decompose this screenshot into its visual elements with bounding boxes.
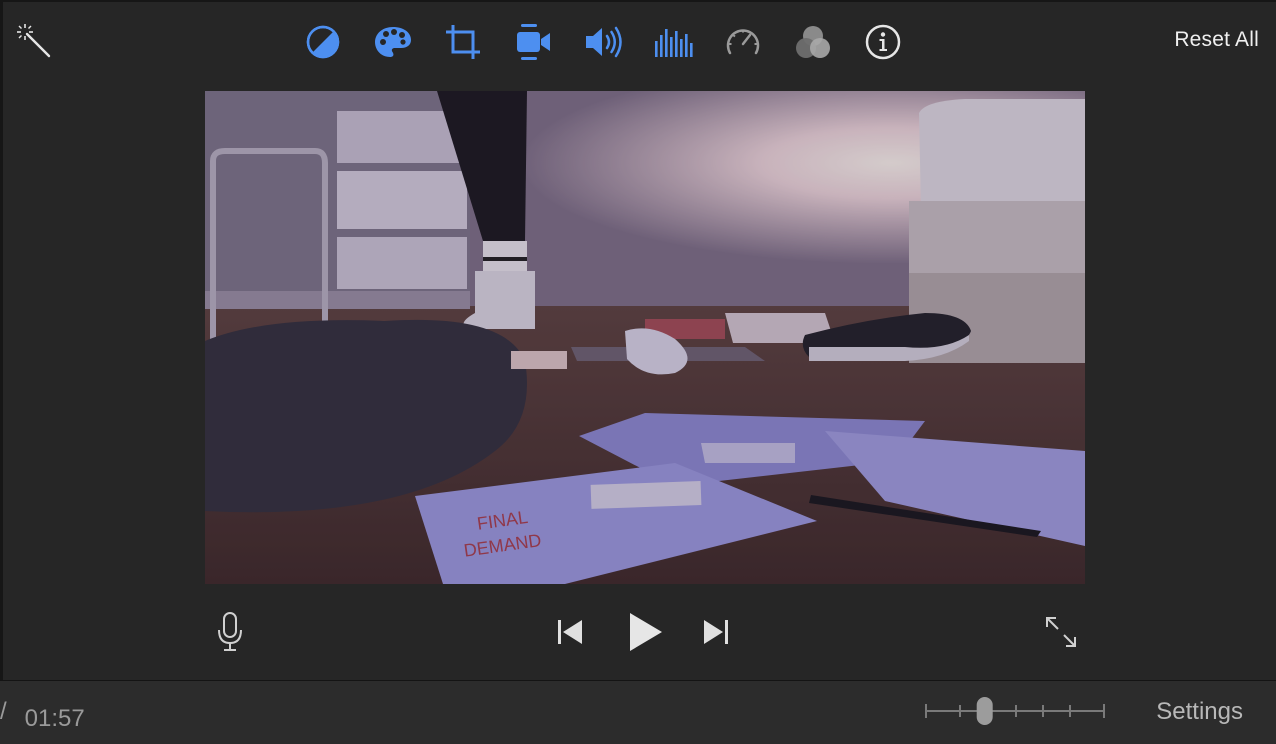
play-icon: [630, 613, 662, 651]
settings-button[interactable]: Settings: [1156, 698, 1243, 726]
equalizer-button[interactable]: [653, 22, 693, 62]
timecode: 01:57: [24, 705, 85, 732]
clip-info-button[interactable]: [863, 22, 903, 62]
timeline-footer: / 01:57 Settings: [0, 680, 1276, 744]
color-palette-icon: [375, 27, 411, 57]
zoom-slider-track: [925, 697, 1105, 725]
fullscreen-icon: [1046, 617, 1076, 647]
stabilization-button[interactable]: [513, 22, 553, 62]
speed-gauge-icon: [726, 29, 760, 55]
reset-all-button[interactable]: Reset All: [1174, 28, 1259, 52]
equalizer-icon: [655, 29, 693, 57]
info-icon: [865, 24, 901, 60]
microphone-icon: [218, 612, 242, 651]
crop-button[interactable]: [443, 22, 483, 62]
volume-button[interactable]: [583, 22, 623, 62]
record-voiceover-button[interactable]: [210, 608, 250, 656]
crop-icon: [446, 25, 480, 59]
filter-button[interactable]: [793, 22, 833, 62]
video-preview[interactable]: FINAL DEMAND: [205, 91, 1085, 584]
tool-buttons: [303, 22, 903, 62]
color-correction-button[interactable]: [373, 22, 413, 62]
color-balance-button[interactable]: [303, 22, 343, 62]
skip-forward-icon: [704, 620, 728, 644]
filter-circles-icon: [796, 26, 830, 58]
timeline-zoom-slider[interactable]: [922, 695, 1108, 727]
video-frame-image: FINAL DEMAND: [205, 91, 1085, 584]
fullscreen-button[interactable]: [1041, 612, 1081, 652]
speed-button[interactable]: [723, 22, 763, 62]
skip-back-button[interactable]: [553, 614, 587, 650]
stabilization-camera-icon: [517, 24, 550, 60]
volume-icon: [586, 26, 622, 58]
magic-wand-icon: [17, 24, 51, 58]
adjustment-toolbar: Reset All: [3, 2, 1276, 82]
viewer-panel: Reset All FINAL DEMAND: [0, 0, 1276, 680]
magic-wand-button[interactable]: [13, 20, 53, 60]
playback-controls: [3, 602, 1276, 662]
skip-forward-button[interactable]: [699, 614, 733, 650]
skip-back-icon: [558, 620, 582, 644]
zoom-slider-thumb[interactable]: [976, 697, 993, 725]
play-button[interactable]: [621, 610, 667, 654]
timecode-readout: / 01:57: [0, 698, 85, 733]
color-balance-icon: [306, 25, 340, 59]
timecode-fragment: /: [0, 698, 7, 725]
